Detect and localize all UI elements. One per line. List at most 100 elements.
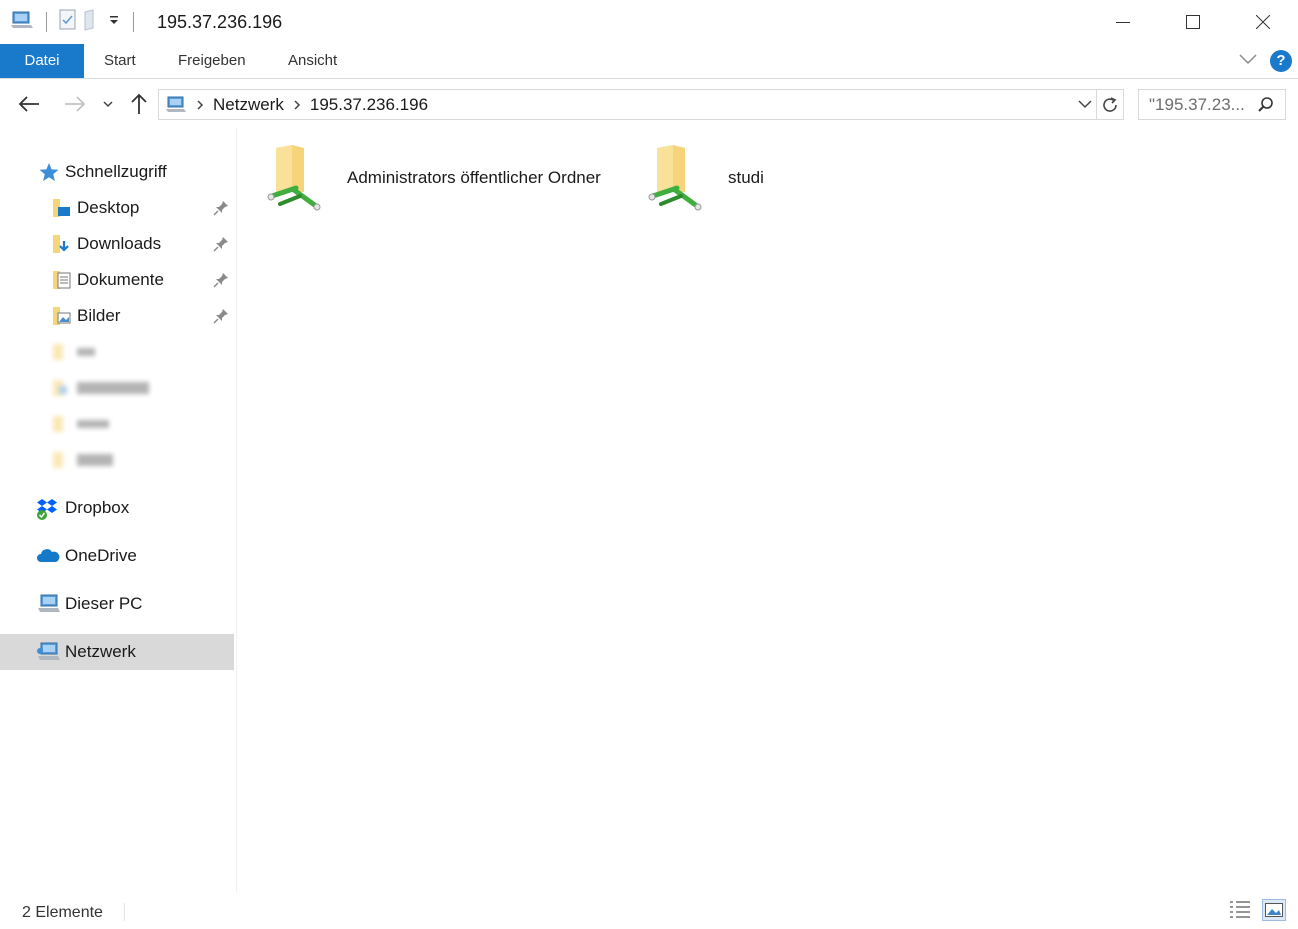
redacted-label — [77, 348, 95, 356]
folder-icon — [50, 449, 72, 471]
arrow-right-icon — [65, 96, 86, 112]
network-share-folder-icon — [266, 144, 326, 214]
toolbar-divider — [133, 12, 134, 32]
refresh-button[interactable] — [1096, 90, 1123, 119]
downloads-folder-icon — [50, 233, 72, 255]
maximize-icon — [1186, 15, 1200, 29]
share-label: studi — [728, 168, 764, 187]
tab-datei[interactable]: Datei — [0, 44, 84, 78]
share-label: Administrators öffentlicher Ordner — [347, 168, 601, 187]
tab-ansicht[interactable]: Ansicht — [270, 44, 355, 78]
sidebar-item-label: Downloads — [77, 234, 162, 253]
file-view: Administrators öffentlicher Ordner studi — [240, 128, 1298, 893]
details-view-button[interactable] — [1228, 899, 1252, 921]
new-folder-icon[interactable] — [83, 8, 101, 36]
arrow-up-icon — [131, 93, 147, 114]
sidebar-item-label: Dokumente — [77, 270, 164, 289]
properties-icon[interactable] — [59, 9, 77, 36]
star-icon — [38, 161, 60, 183]
dropbox-icon — [36, 497, 58, 520]
customize-toolbar-icon[interactable] — [107, 13, 121, 32]
computer-icon — [36, 593, 60, 615]
arrow-left-icon — [18, 96, 39, 112]
folder-icon — [50, 341, 72, 363]
network-share-folder-icon — [647, 144, 707, 214]
sidebar-item-dieser-pc[interactable]: Dieser PC — [0, 586, 234, 622]
up-button[interactable] — [127, 92, 151, 116]
breadcrumb-netzwerk[interactable]: Netzwerk — [213, 95, 284, 115]
onedrive-cloud-icon — [36, 545, 60, 567]
sidebar-item-label: Schnellzugriff — [65, 162, 167, 181]
sidebar-item-onedrive[interactable]: OneDrive — [0, 538, 234, 574]
sidebar-item-label: OneDrive — [65, 546, 137, 565]
pin-icon[interactable] — [213, 200, 229, 221]
item-count: 2 Elemente — [22, 904, 103, 921]
address-bar[interactable]: Netzwerk 195.37.236.196 — [158, 89, 1124, 120]
back-button[interactable] — [16, 92, 42, 116]
expand-ribbon-button[interactable] — [1238, 52, 1258, 71]
search-input[interactable] — [1149, 94, 1259, 115]
search-icon[interactable] — [1257, 96, 1275, 119]
share-item-studi[interactable]: studi — [647, 144, 807, 214]
sidebar-item-redacted[interactable] — [0, 334, 234, 370]
maximize-button[interactable] — [1170, 6, 1216, 38]
status-bar: 2 Elemente — [0, 893, 1298, 929]
pin-icon[interactable] — [213, 236, 229, 257]
folder-icon — [50, 377, 72, 399]
sidebar-item-label: Dropbox — [65, 498, 130, 517]
tab-freigeben[interactable]: Freigeben — [160, 44, 264, 78]
minimize-button[interactable] — [1100, 6, 1146, 38]
forward-button[interactable] — [62, 92, 88, 116]
network-icon — [165, 95, 187, 115]
redacted-label — [77, 454, 113, 466]
sidebar-item-bilder[interactable]: Bilder — [0, 298, 234, 334]
sidebar-item-label: Desktop — [77, 198, 140, 217]
tab-start[interactable]: Start — [86, 44, 154, 78]
chevron-down-icon — [1239, 54, 1257, 65]
navigation-pane: Schnellzugriff Desktop Downloads Dokumen… — [0, 128, 237, 893]
status-divider — [124, 903, 125, 921]
documents-folder-icon — [50, 269, 72, 291]
chevron-right-icon[interactable] — [293, 99, 301, 111]
redacted-label — [77, 382, 149, 394]
sidebar-item-label: Dieser PC — [65, 594, 143, 613]
window-title: 195.37.236.196 — [157, 12, 283, 32]
pin-icon[interactable] — [213, 308, 229, 329]
sidebar-item-label: Netzwerk — [65, 642, 136, 661]
pictures-folder-icon — [50, 305, 72, 327]
sidebar-item-dropbox[interactable]: Dropbox — [0, 490, 234, 526]
sidebar-item-redacted[interactable] — [0, 370, 234, 406]
search-box[interactable] — [1138, 89, 1286, 120]
sidebar-item-dokumente[interactable]: Dokumente — [0, 262, 234, 298]
chevron-down-icon — [1078, 100, 1092, 109]
large-icons-view-button[interactable] — [1262, 899, 1286, 921]
sidebar-item-schnellzugriff[interactable]: Schnellzugriff — [0, 154, 234, 190]
sidebar-item-redacted[interactable] — [0, 406, 234, 442]
recent-locations-button[interactable] — [100, 92, 116, 116]
refresh-icon — [1103, 96, 1117, 112]
breadcrumb-ip[interactable]: 195.37.236.196 — [310, 95, 428, 115]
pin-icon[interactable] — [213, 272, 229, 293]
network-computer-icon — [10, 10, 34, 35]
chevron-right-icon[interactable] — [196, 99, 204, 111]
ribbon: Datei Start Freigeben Ansicht ? — [0, 44, 1298, 79]
details-view-icon — [1230, 901, 1250, 918]
large-icons-view-icon — [1265, 903, 1283, 917]
sidebar-item-downloads[interactable]: Downloads — [0, 226, 234, 262]
desktop-folder-icon — [50, 197, 72, 219]
sidebar-item-redacted[interactable] — [0, 442, 234, 478]
share-item-administrators[interactable]: Administrators öffentlicher Ordner — [266, 144, 626, 214]
help-button[interactable]: ? — [1270, 50, 1292, 72]
chevron-down-icon — [103, 101, 113, 108]
close-button[interactable] — [1240, 6, 1286, 38]
network-icon — [36, 641, 60, 663]
sidebar-item-desktop[interactable]: Desktop — [0, 190, 234, 226]
sidebar-item-netzwerk[interactable]: Netzwerk — [0, 634, 234, 670]
address-history-button[interactable] — [1077, 96, 1093, 117]
close-icon — [1256, 15, 1270, 29]
navigation-bar: Netzwerk 195.37.236.196 — [0, 80, 1298, 128]
quick-access-toolbar — [10, 8, 140, 36]
redacted-label — [77, 420, 109, 428]
sidebar-item-label: Bilder — [77, 306, 121, 325]
folder-icon — [50, 413, 72, 435]
